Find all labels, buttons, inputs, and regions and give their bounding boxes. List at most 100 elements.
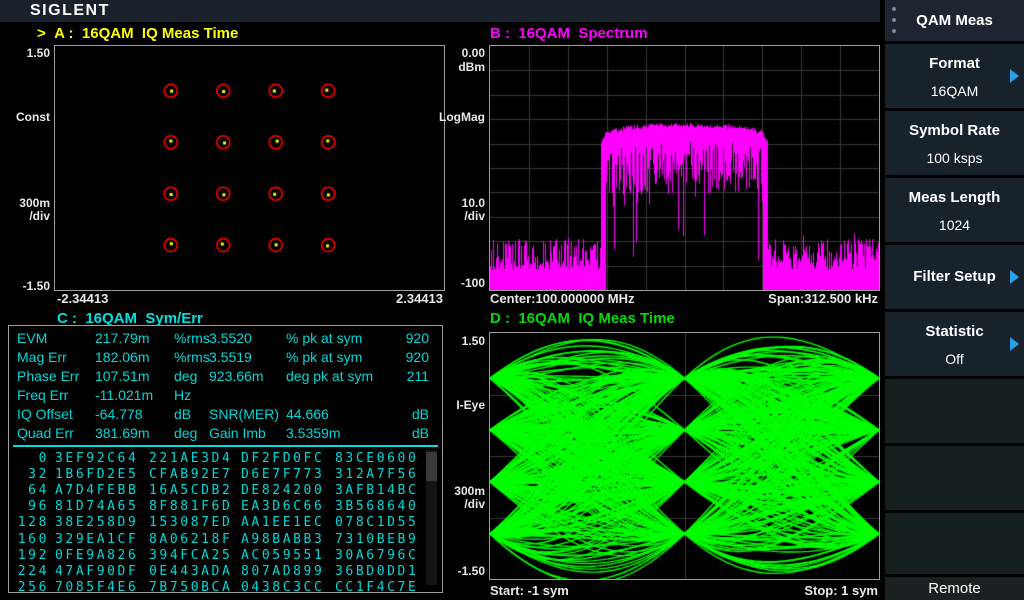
measurement-cell: 107.51m bbox=[95, 368, 150, 384]
measurement-row: IQ Offset -64.778 dB SNR(MER) 44.666 dB bbox=[9, 406, 442, 425]
panel-d-trace-type: I-Eye bbox=[456, 398, 485, 412]
softkey-symbol-rate-label: Symbol Rate bbox=[909, 122, 1000, 139]
hex-word: 0E443ADA bbox=[149, 563, 233, 579]
measurement-cell: 3.5359m bbox=[286, 425, 341, 441]
panel-a-trace-type: Const bbox=[16, 110, 50, 124]
menu-header-qam-meas[interactable]: QAM Meas bbox=[885, 0, 1024, 41]
hex-word: 30A6796C bbox=[335, 547, 419, 563]
measurement-cell: dB bbox=[411, 406, 429, 422]
hex-word: 47AF90DF bbox=[55, 563, 139, 579]
hex-word: 83CE0600 bbox=[335, 451, 419, 466]
softkey-filter-setup[interactable]: Filter Setup bbox=[885, 245, 1024, 309]
hex-word: 3AFB14BC bbox=[335, 483, 419, 499]
softkey-format-label: Format bbox=[929, 55, 980, 72]
measurement-cell: % pk at sym bbox=[286, 330, 363, 346]
softkey-statistic-label: Statistic bbox=[925, 323, 984, 340]
softkey-blank-3[interactable] bbox=[885, 513, 1024, 574]
eye-diagram-plot[interactable] bbox=[489, 332, 880, 580]
panel-d-ref-top: 1.50 bbox=[461, 334, 485, 348]
softkey-sidebar: QAM Meas Format 16QAM Symbol Rate 100 ks… bbox=[885, 0, 1024, 600]
hex-scrollbar-track[interactable] bbox=[426, 450, 437, 585]
hex-word: AA1EE1EC bbox=[241, 515, 325, 531]
panel-b-ref-top: 0.00 bbox=[461, 46, 485, 60]
hex-word: 329EA1CF bbox=[55, 531, 139, 547]
softkey-format-value: 16QAM bbox=[930, 83, 979, 99]
panel-d-stop: Stop: 1 sym bbox=[804, 583, 878, 598]
hex-word: D6E7F773 bbox=[241, 467, 325, 483]
hex-word: CC1F4C7E bbox=[335, 579, 419, 595]
hex-word: DF2FD0FC bbox=[241, 451, 325, 466]
hex-row: 192 0FE9A826 394FCA25 AC059551 30A6796C bbox=[9, 548, 442, 564]
measurement-row: Phase Err 107.51m deg 923.66m deg pk at sym 2… bbox=[9, 368, 442, 387]
softkey-statistic[interactable]: Statistic Off bbox=[885, 312, 1024, 376]
measurement-cell: Quad Err bbox=[17, 425, 74, 441]
hex-address: 32 bbox=[28, 467, 49, 483]
softkey-statistic-value: Off bbox=[945, 351, 964, 367]
softkey-meas-length[interactable]: Meas Length 1024 bbox=[885, 178, 1024, 242]
measurement-cell: Hz bbox=[174, 387, 192, 403]
hex-row: 32 1B6FD2E5 CFAB92E7 D6E7F773 312A7F56 bbox=[9, 467, 442, 483]
measurement-cell: %rms bbox=[174, 349, 210, 365]
measurement-cell: Gain Imb bbox=[209, 425, 266, 441]
measurement-cell: Phase Err bbox=[17, 368, 80, 384]
measurement-cell: 217.79m bbox=[95, 330, 150, 346]
remote-status[interactable]: Remote bbox=[885, 577, 1024, 600]
panel-d-scale-unit: /div bbox=[464, 497, 485, 511]
spectrum-plot[interactable] bbox=[489, 45, 880, 291]
hex-word: 3EF92C64 bbox=[55, 451, 139, 466]
softkey-format[interactable]: Format 16QAM bbox=[885, 44, 1024, 108]
hex-address: 160 bbox=[17, 531, 49, 547]
measurement-cell: dB bbox=[174, 406, 192, 422]
measurement-cell: Mag Err bbox=[17, 349, 67, 365]
measurement-cell: -11.021m bbox=[95, 387, 154, 403]
hex-word: AC059551 bbox=[241, 547, 325, 563]
softkey-blank-1[interactable] bbox=[885, 379, 1024, 443]
hex-word: 8A06218F bbox=[149, 531, 233, 547]
measurement-cell: -64.778 bbox=[95, 406, 143, 422]
panel-a-ref-bottom: -1.50 bbox=[22, 279, 50, 293]
hex-address: 128 bbox=[17, 515, 49, 531]
measurement-cell: 381.69m bbox=[95, 425, 150, 441]
hex-address: 0 bbox=[38, 451, 49, 466]
hex-row: 128 38E258D9 153087ED AA1EE1EC 078C1D55 bbox=[9, 515, 442, 531]
panel-d-scale: 300m bbox=[454, 484, 485, 498]
panel-b-ref-bottom: -100 bbox=[460, 276, 485, 290]
hex-word: 394FCA25 bbox=[149, 547, 233, 563]
submenu-arrow-icon bbox=[1010, 270, 1019, 284]
softkey-meas-length-value: 1024 bbox=[938, 217, 971, 233]
hex-word: CFAB92E7 bbox=[149, 467, 233, 483]
submenu-arrow-icon bbox=[1010, 69, 1019, 83]
measurement-cell: 182.06m bbox=[95, 349, 150, 365]
panel-d-title-text: D : 16QAM IQ Meas Time bbox=[490, 310, 675, 327]
hex-word: 7B750BCA bbox=[149, 579, 233, 595]
hex-word: 8F881F6D bbox=[149, 499, 233, 515]
hex-word: 221AE3D4 bbox=[149, 451, 233, 466]
measurement-cell: EVM bbox=[17, 330, 48, 346]
softkey-symbol-rate[interactable]: Symbol Rate 100 ksps bbox=[885, 111, 1024, 175]
symerr-window[interactable]: EVM 217.79m %rms 3.5520% pk at sym 920 Mag Er… bbox=[8, 325, 443, 595]
hex-row: 0 3EF92C64 221AE3D4 DF2FD0FC 83CE0600 bbox=[9, 451, 442, 467]
panel-b-ref-unit: dBm bbox=[458, 60, 485, 74]
measurement-row: EVM 217.79m %rms 3.5520 % pk at sym 920 bbox=[9, 330, 442, 349]
hex-word: 16A5CDB2 bbox=[149, 483, 233, 499]
panel-d-start: Start: -1 sym bbox=[490, 583, 569, 598]
hex-word: 1B6FD2E5 bbox=[55, 467, 139, 483]
top-status-bar: SIGLENT bbox=[0, 0, 880, 22]
measurement-cell: deg bbox=[174, 425, 198, 441]
measurement-cell: deg bbox=[174, 368, 198, 384]
spectrum-canvas bbox=[490, 46, 879, 290]
submenu-arrow-icon bbox=[1010, 337, 1019, 351]
panel-a-scale-unit: /div bbox=[29, 209, 50, 223]
panel-d-ref-bottom: -1.50 bbox=[457, 564, 485, 578]
hex-address: 256 bbox=[17, 579, 49, 595]
constellation-plot[interactable] bbox=[54, 45, 445, 291]
hex-word: 3B568640 bbox=[335, 499, 419, 515]
panel-d-title: D : 16QAM IQ Meas Time bbox=[490, 310, 675, 327]
panel-a-scale: 300m bbox=[19, 196, 50, 210]
hex-scrollbar-thumb[interactable] bbox=[426, 452, 437, 481]
softkey-blank-2[interactable] bbox=[885, 446, 1024, 510]
softkey-meas-length-label: Meas Length bbox=[908, 189, 1001, 206]
table-separator bbox=[13, 445, 438, 447]
softkey-filter-setup-label: Filter Setup bbox=[913, 268, 996, 285]
hex-word: 7085F4E6 bbox=[55, 579, 139, 595]
